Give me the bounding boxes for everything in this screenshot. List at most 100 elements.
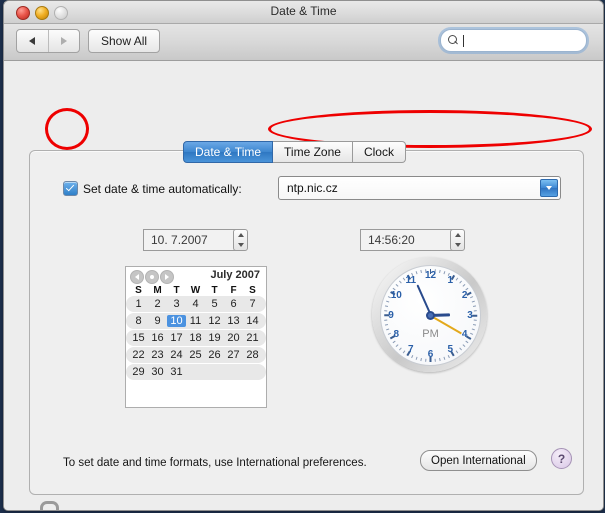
calendar-day[interactable]: 2 (148, 298, 167, 310)
calendar-day[interactable]: 30 (148, 366, 167, 378)
show-all-button[interactable]: Show All (88, 29, 161, 53)
search-input[interactable] (464, 33, 568, 48)
calendar-nav[interactable] (130, 270, 174, 284)
stepper-down-icon[interactable] (237, 243, 244, 247)
stepper-down-icon[interactable] (454, 243, 461, 247)
clock-numeral: 2 (461, 289, 468, 301)
calendar-day[interactable]: 28 (243, 349, 262, 361)
window-title: Date & Time (270, 4, 337, 18)
calendar-day[interactable]: 18 (186, 332, 205, 344)
calendar-day[interactable]: 6 (224, 298, 243, 310)
stepper-up-icon[interactable] (237, 233, 244, 237)
clock-ampm-label: PM (422, 328, 439, 340)
calendar-grid: 1 2 3 4 5 6 7 8 9 10 11 12 13 14 15 16 17 18 19 20 21 22 23 24 2… (126, 296, 266, 380)
calendar-day[interactable]: 16 (148, 332, 167, 344)
date-field[interactable]: 10. 7.2007 (143, 229, 237, 251)
title-bar[interactable]: Date & Time (4, 1, 603, 24)
calendar-day[interactable]: 29 (129, 366, 148, 378)
calendar-day[interactable]: 11 (186, 315, 205, 327)
calendar-day[interactable]: 3 (167, 298, 186, 310)
tab-clock[interactable]: Clock (352, 141, 406, 163)
calendar-week-row: 8 9 10 11 12 13 14 (126, 313, 266, 329)
clock-numeral: 12 (424, 270, 437, 281)
open-international-button[interactable]: Open International (420, 450, 537, 471)
clock-tick (385, 324, 389, 326)
lock-row[interactable]: Click the lock to prevent further change… (31, 501, 293, 510)
analog-clock: 12 1 2 3 4 5 6 7 8 9 10 11 PM (372, 257, 487, 372)
calendar-day[interactable]: 12 (205, 315, 224, 327)
calendar-day[interactable]: 10 (167, 315, 186, 327)
auto-sync-row: Set date & time automatically: (63, 181, 242, 196)
clock-numeral: 3 (467, 309, 473, 321)
calendar-month-label: July 2007 (210, 269, 260, 281)
calendar-week-row: 29 30 31 (126, 364, 266, 380)
weekday: T (211, 285, 218, 296)
calendar-day[interactable]: 22 (129, 349, 148, 361)
weekday: T (173, 285, 180, 296)
calendar-day[interactable]: 4 (186, 298, 205, 310)
calendar-weekday-header: S M T W T F S (126, 285, 266, 296)
weekday: M (153, 285, 162, 296)
time-server-value: ntp.nic.cz (287, 181, 338, 195)
next-month-icon[interactable] (160, 270, 174, 284)
weekday: W (190, 285, 201, 296)
today-icon[interactable] (145, 270, 159, 284)
time-server-combobox[interactable]: ntp.nic.cz (278, 176, 561, 200)
preference-pane: Date & Time Time Zone Clock Set date & t… (4, 61, 603, 510)
time-field[interactable]: 14:56:20 (360, 229, 454, 251)
calendar-day[interactable]: 26 (205, 349, 224, 361)
calendar-day[interactable]: 14 (243, 315, 262, 327)
clock-tick (471, 300, 476, 303)
prev-month-icon[interactable] (130, 270, 144, 284)
clock-numeral: 10 (390, 289, 402, 301)
date-stepper[interactable] (233, 229, 248, 251)
chevron-down-icon[interactable] (540, 179, 558, 197)
calendar-day[interactable]: 21 (243, 332, 262, 344)
clock-numeral: 7 (407, 343, 414, 355)
clock-tick (399, 280, 402, 284)
calendar-day[interactable]: 5 (205, 298, 224, 310)
stepper-up-icon[interactable] (454, 233, 461, 237)
calendar-day[interactable]: 23 (148, 349, 167, 361)
clock-tick (420, 269, 423, 274)
calendar-day[interactable]: 27 (224, 349, 243, 361)
calendar-day[interactable]: 8 (129, 315, 148, 327)
calendar-day[interactable]: 7 (243, 298, 262, 310)
set-automatically-checkbox[interactable] (63, 181, 78, 196)
clock-face: 12 1 2 3 4 5 6 7 8 9 10 11 PM (380, 265, 481, 366)
calendar-day[interactable]: 9 (148, 315, 167, 327)
clock-tick (415, 271, 418, 275)
tab-date-time[interactable]: Date & Time (183, 141, 274, 163)
clock-tick (420, 357, 423, 362)
calendar-week-row: 1234567 (126, 296, 266, 312)
forward-arrow-icon (60, 37, 67, 45)
search-field[interactable] (440, 29, 587, 52)
clock-tick (395, 344, 399, 347)
calendar-day[interactable]: 24 (167, 349, 186, 361)
padlock-open-icon[interactable] (31, 501, 59, 510)
clock-tick (459, 347, 463, 351)
formats-note: To set date and time formats, use Intern… (63, 457, 367, 469)
calendar[interactable]: July 2007 S M T W T F S 1 2 3 4 5 6 7 8 9 10 11 12 1… (125, 266, 267, 408)
calendar-day[interactable]: 13 (224, 315, 243, 327)
calendar-day[interactable]: 19 (205, 332, 224, 344)
calendar-header: July 2007 (126, 267, 266, 285)
calendar-day[interactable]: 1 (129, 298, 148, 310)
tab-time-zone[interactable]: Time Zone (273, 141, 353, 163)
help-button[interactable]: ? (551, 448, 572, 469)
tab-bar: Date & Time Time Zone Clock (183, 141, 406, 163)
time-stepper[interactable] (450, 229, 465, 251)
back-button[interactable] (17, 30, 48, 52)
clock-tick (473, 324, 477, 326)
calendar-day[interactable]: 31 (167, 366, 186, 378)
calendar-day[interactable]: 20 (224, 332, 243, 344)
clock-numeral: 5 (447, 343, 454, 355)
navigation-segmented-control[interactable] (16, 29, 80, 53)
calendar-day[interactable]: 15 (129, 332, 148, 344)
date-time-preferences-window: Date & Time Show All Date & Time Time Zo… (3, 0, 604, 511)
calendar-day[interactable]: 17 (167, 332, 186, 344)
lock-label: Click the lock to prevent further change… (66, 509, 293, 510)
weekday: F (230, 285, 237, 296)
back-arrow-icon (29, 37, 36, 45)
calendar-day[interactable]: 25 (186, 349, 205, 361)
